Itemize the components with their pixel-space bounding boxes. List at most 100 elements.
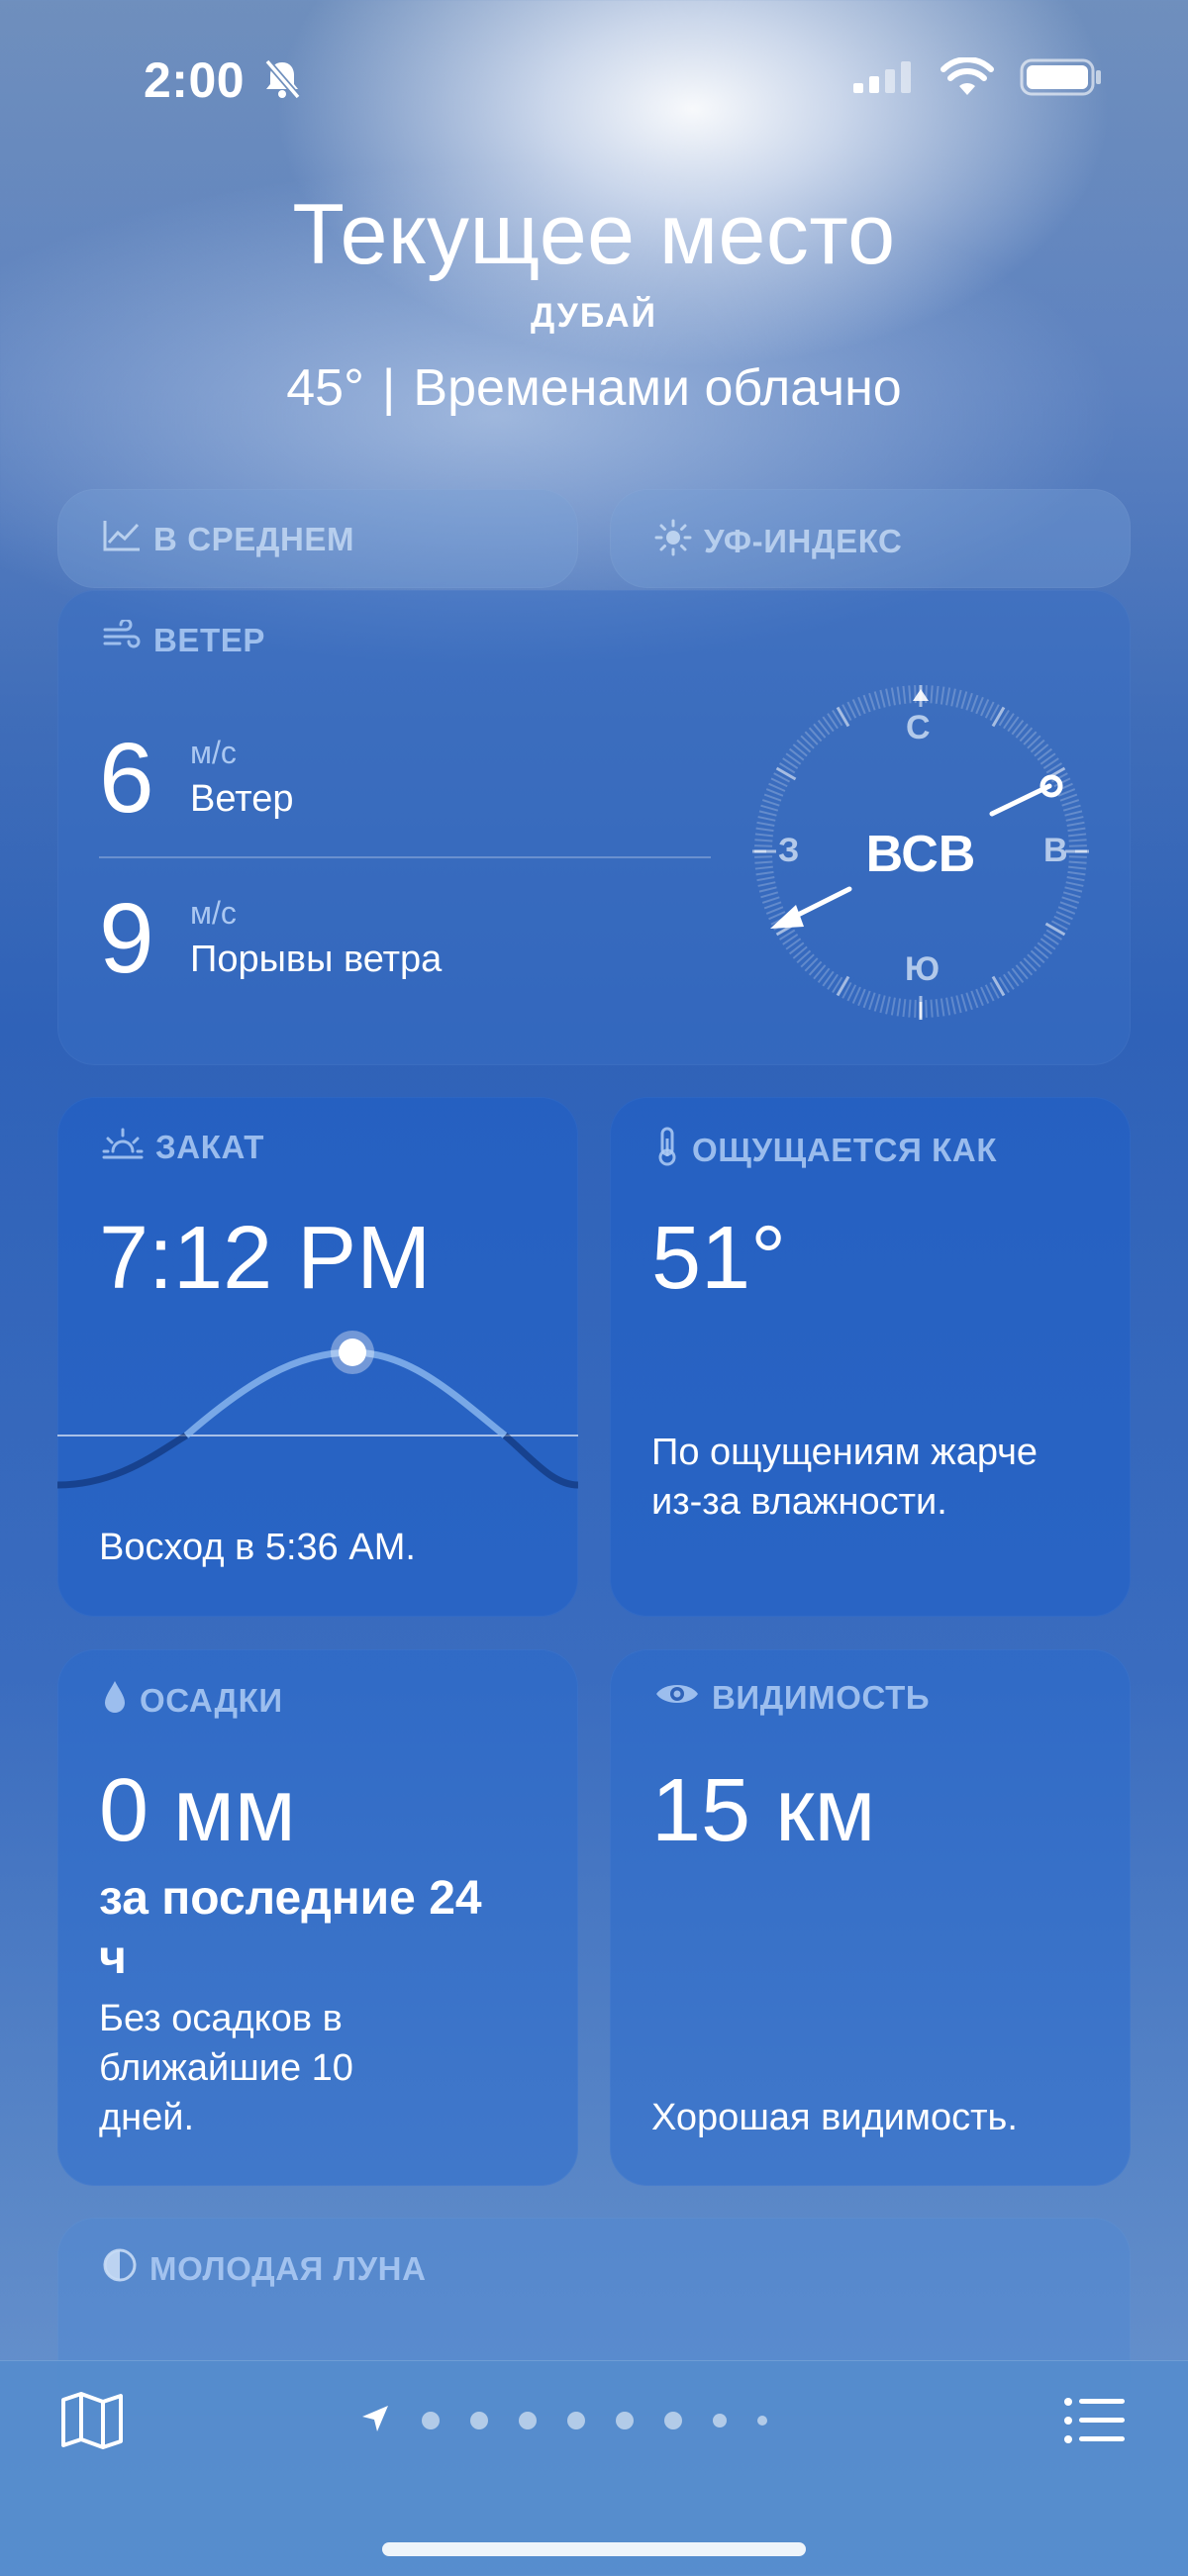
compass-tick	[914, 999, 917, 1018]
compass-tick	[760, 891, 779, 899]
precipitation-description: Без осадков в ближайшие 10 дней.	[99, 1998, 353, 2138]
compass-tick	[950, 688, 956, 707]
compass-tick	[965, 692, 973, 711]
sunrise-text: Восход в 5:36 AM.	[99, 1527, 416, 1568]
compass-tick	[890, 997, 896, 1016]
compass-tick	[1044, 922, 1066, 937]
compass-tick	[873, 993, 881, 1012]
status-icons	[851, 56, 1103, 102]
compass-tick	[908, 685, 912, 704]
compass-tick	[862, 990, 871, 1009]
raindrop-icon	[102, 1679, 128, 1723]
compass-tick	[1062, 891, 1081, 899]
compass-tick	[1062, 804, 1081, 812]
compass-tick	[925, 999, 928, 1018]
compass-tick	[975, 696, 984, 715]
compass-tick	[930, 999, 934, 1018]
current-location-icon[interactable]	[360, 2404, 390, 2438]
home-indicator[interactable]	[382, 2542, 806, 2556]
sunset-time: 7:12 PM	[99, 1209, 432, 1308]
compass-tick	[868, 692, 876, 711]
wifi-icon	[940, 56, 994, 102]
feels-like-value: 51°	[651, 1209, 787, 1308]
sunset-label: ЗАКАТ	[155, 1129, 264, 1165]
current-temperature: 45°	[286, 359, 364, 417]
page-dot[interactable]	[756, 2416, 767, 2426]
wind-direction: ВСВ	[865, 826, 976, 883]
compass-tick	[960, 993, 968, 1012]
precipitation-period: за последние 24 ч	[99, 1872, 482, 1984]
trend-chart-icon	[102, 519, 142, 560]
page-dot[interactable]	[518, 2412, 537, 2429]
compass-tick	[902, 999, 907, 1018]
compass-tick	[1059, 901, 1078, 910]
sunset-icon	[102, 1127, 144, 1168]
moon-label: МОЛОДАЯ ЛУНА	[149, 2250, 427, 2287]
thermometer-icon	[654, 1127, 680, 1174]
sunset-card[interactable]: ЗАКАТ 7:12 PM Восход в 5:36 AM.	[57, 1097, 578, 1617]
compass-tick	[1064, 886, 1083, 893]
compass-tick	[775, 766, 797, 781]
compass-tick	[940, 998, 945, 1017]
compass-tick	[765, 788, 784, 797]
page-dot[interactable]	[663, 2412, 682, 2429]
feels-like-label: ОЩУЩАЕТСЯ КАК	[692, 1132, 998, 1168]
precipitation-value: 0 мм	[99, 1761, 296, 1860]
compass-south-label: Ю	[905, 950, 940, 988]
compass-tick	[1061, 799, 1080, 807]
compass-tick	[935, 999, 940, 1018]
average-card[interactable]: В СРЕДНЕМ	[57, 489, 578, 588]
precipitation-card[interactable]: ОСАДКИ 0 мм за последние 24 ч Без осадко…	[57, 1649, 578, 2186]
compass-tick	[758, 886, 777, 893]
compass-tick	[836, 975, 850, 997]
page-indicator[interactable]	[406, 2412, 782, 2429]
wind-icon	[102, 618, 142, 661]
uv-index-card[interactable]: УФ-ИНДЕКС	[610, 489, 1131, 588]
moon-phase-icon	[102, 2247, 138, 2291]
sun-path-graph	[57, 1331, 578, 1489]
divider	[99, 856, 711, 858]
wind-card[interactable]: ВЕТЕР 6 м/с Ветер 9 м/с Порывы ветра С В…	[57, 590, 1131, 1065]
compass-tick	[970, 990, 979, 1009]
uv-index-label: УФ-ИНДЕКС	[704, 523, 903, 559]
compass-tick	[757, 816, 776, 822]
compass-tick	[862, 694, 871, 713]
average-label: В СРЕДНЕМ	[153, 521, 355, 557]
wind-compass: С В Ю З ВСВ	[752, 683, 1089, 1020]
compass-tick	[935, 685, 940, 704]
city-list-icon[interactable]	[1063, 2396, 1127, 2450]
separator: |	[381, 359, 396, 417]
compass-tick	[945, 997, 951, 1016]
compass-tick	[1057, 906, 1076, 915]
compass-tick	[902, 685, 907, 704]
compass-tick	[1065, 816, 1084, 822]
wind-speed-value: 6	[99, 723, 154, 834]
compass-tick	[955, 995, 962, 1014]
map-icon[interactable]	[59, 2390, 125, 2456]
page-dot[interactable]	[421, 2412, 440, 2429]
compass-tick	[1061, 896, 1080, 904]
compass-tick	[763, 793, 782, 802]
compass-tick	[960, 691, 968, 710]
bell-muted-icon	[262, 55, 302, 113]
visibility-label: ВИДИМОСТЬ	[712, 1679, 931, 1716]
compass-tick	[836, 706, 850, 728]
page-dot[interactable]	[712, 2414, 727, 2427]
compass-tick	[857, 988, 866, 1007]
compass-tick	[940, 686, 945, 705]
compass-tick	[975, 988, 984, 1007]
feels-like-card[interactable]: ОЩУЩАЕТСЯ КАК 51° По ощущениям жарче из-…	[610, 1097, 1131, 1617]
compass-tick	[930, 685, 934, 704]
wind-gust-label: Порывы ветра	[190, 939, 443, 980]
wind-gust-unit: м/с	[190, 895, 237, 931]
compass-tick	[991, 706, 1006, 728]
compass-tick	[945, 687, 951, 706]
wind-speed-unit: м/с	[190, 735, 237, 770]
visibility-card[interactable]: ВИДИМОСТЬ 15 км Хорошая видимость.	[610, 1649, 1131, 2186]
compass-tick	[950, 996, 956, 1015]
page-dot[interactable]	[469, 2412, 488, 2429]
compass-tick	[758, 810, 777, 817]
page-dot[interactable]	[566, 2412, 585, 2429]
page-dot[interactable]	[615, 2412, 634, 2429]
compass-tick	[761, 896, 780, 904]
